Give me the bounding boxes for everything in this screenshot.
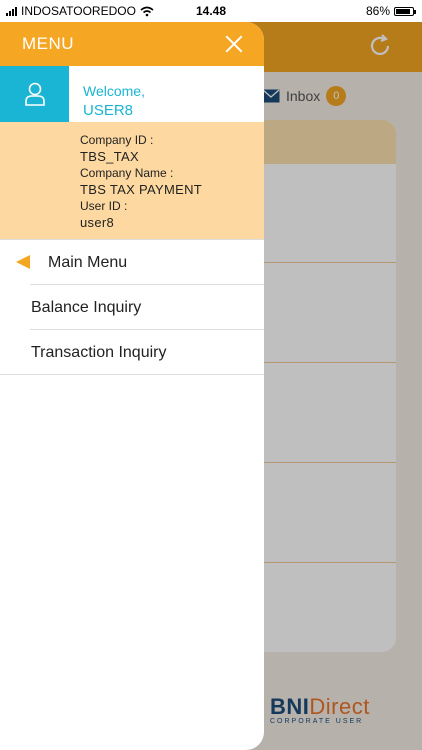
company-id-label: Company ID :	[80, 133, 154, 147]
welcome-username: USER8	[83, 102, 134, 119]
drawer-header: MENU	[0, 22, 264, 66]
battery-percent: 86%	[365, 4, 390, 18]
menu-item-main-menu[interactable]: Main Menu	[0, 239, 264, 285]
company-id-value: TBS_TAX	[80, 148, 139, 164]
status-bar: INDOSATOOREDOO 14.48 86%	[0, 0, 422, 22]
company-name-label: Company Name :	[80, 166, 174, 180]
signal-icon	[6, 6, 17, 16]
avatar	[0, 66, 69, 122]
carrier-group: INDOSATOOREDOO	[6, 4, 154, 18]
welcome-text: Welcome, USER8	[69, 66, 145, 122]
back-arrow-icon	[16, 255, 30, 269]
battery-group: 86%	[365, 4, 416, 18]
carrier-name: INDOSATOOREDOO	[21, 4, 136, 18]
menu-title: MENU	[22, 34, 75, 53]
user-icon	[24, 82, 45, 106]
welcome-row: Welcome, USER8	[0, 66, 264, 122]
menu-item-balance-inquiry[interactable]: Balance Inquiry	[0, 285, 264, 330]
divider	[0, 374, 264, 375]
clock: 14.48	[196, 4, 227, 18]
side-drawer: MENU Welcome, USER8 Company ID : TBS_TAX…	[0, 22, 264, 750]
close-icon[interactable]	[222, 32, 246, 56]
user-id-label: User ID :	[80, 199, 128, 213]
wifi-icon	[140, 6, 154, 16]
transaction-inquiry-label: Transaction Inquiry	[31, 343, 167, 361]
welcome-label: Welcome,	[83, 83, 145, 99]
battery-fill	[396, 8, 410, 14]
menu-item-transaction-inquiry[interactable]: Transaction Inquiry	[0, 330, 264, 375]
company-name-value: TBS TAX PAYMENT	[80, 181, 203, 197]
user-info-panel: Company ID : TBS_TAX Company Name : TBS …	[0, 122, 264, 239]
user-id-value: user8	[80, 214, 115, 230]
balance-inquiry-label: Balance Inquiry	[31, 298, 142, 316]
battery-icon	[394, 6, 416, 16]
